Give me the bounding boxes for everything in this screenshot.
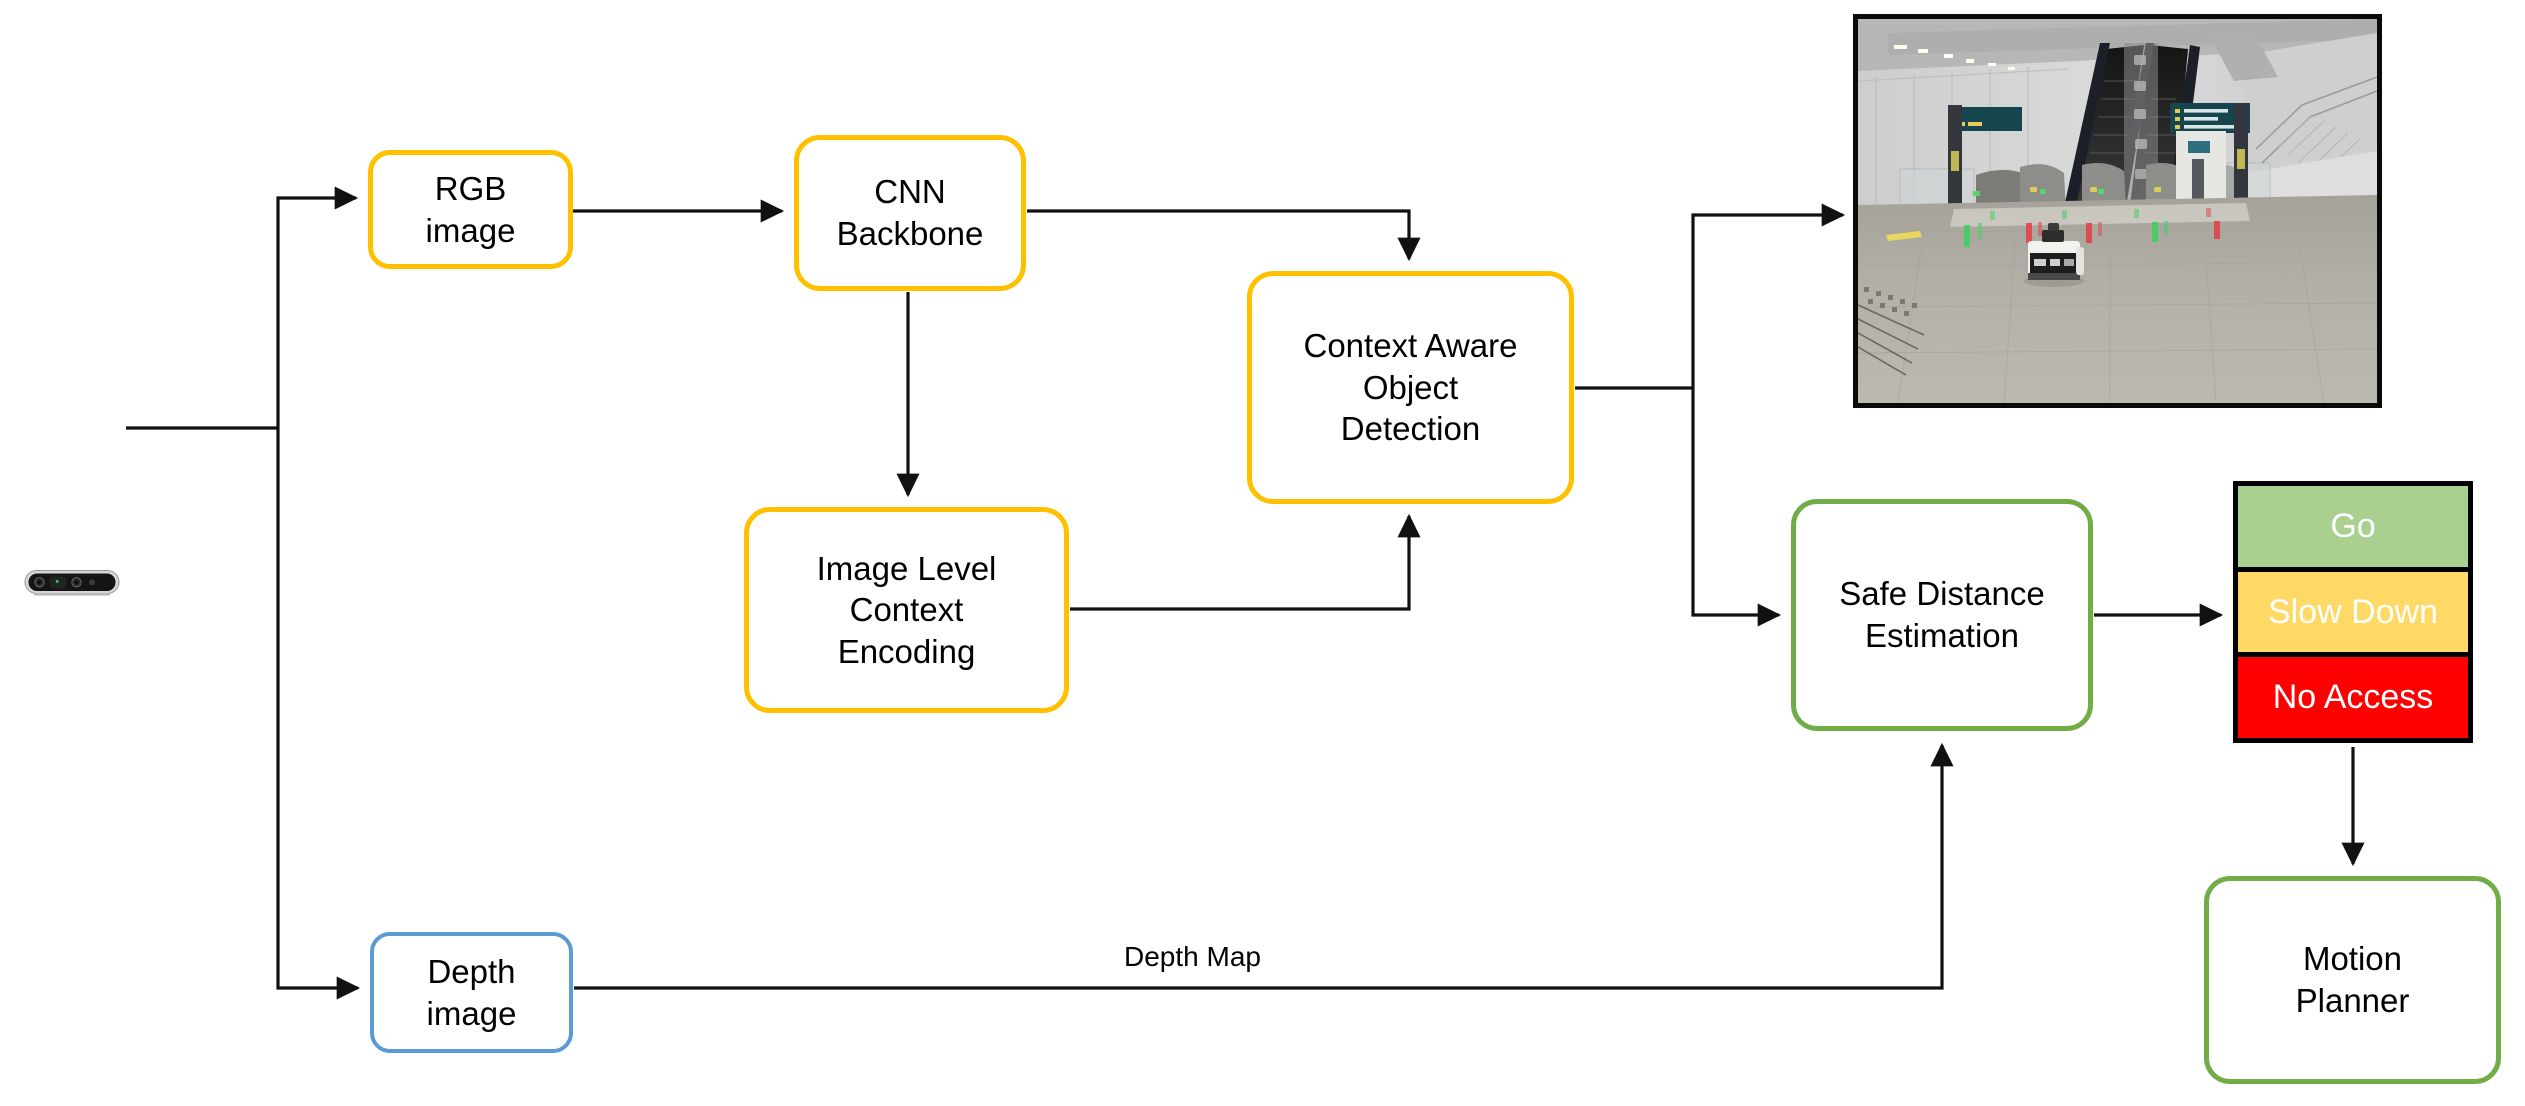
node-rgb-image[interactable]: RGB image — [368, 150, 573, 269]
edge-label-depth-map: Depth Map — [1118, 941, 1267, 973]
station-detection-output-photo — [1853, 14, 2382, 408]
safe-distance-decision-legend: Go Slow Down No Access — [2233, 481, 2473, 743]
node-cnn-backbone[interactable]: CNN Backbone — [794, 135, 1026, 291]
decision-row-no-access[interactable]: No Access — [2238, 652, 2468, 739]
edge-detection-to-photo — [1691, 203, 1846, 388]
diagram-canvas: RGB image CNN Backbone Context Aware Obj… — [0, 0, 2525, 1106]
station-photo-artwork — [1858, 19, 2377, 403]
node-motion-planner[interactable]: Motion Planner — [2204, 876, 2501, 1084]
node-context-aware-object-detection[interactable]: Context Aware Object Detection — [1247, 271, 1574, 504]
edge-context-encoding-to-detection — [1070, 513, 1421, 611]
rgb-d-camera-icon — [24, 568, 120, 598]
edge-cnn-to-detection — [1027, 209, 1421, 262]
edge-camera-to-rgb — [276, 186, 359, 428]
edge-camera-to-depth — [276, 428, 361, 1000]
decision-row-slow-down[interactable]: Slow Down — [2238, 566, 2468, 653]
decision-row-go[interactable]: Go — [2238, 486, 2468, 567]
node-safe-distance-estimation[interactable]: Safe Distance Estimation — [1791, 499, 2093, 731]
node-depth-image[interactable]: Depth image — [370, 932, 573, 1053]
node-image-level-context-encoding[interactable]: Image Level Context Encoding — [744, 507, 1069, 713]
edge-detection-to-safe-distance — [1691, 388, 1782, 627]
